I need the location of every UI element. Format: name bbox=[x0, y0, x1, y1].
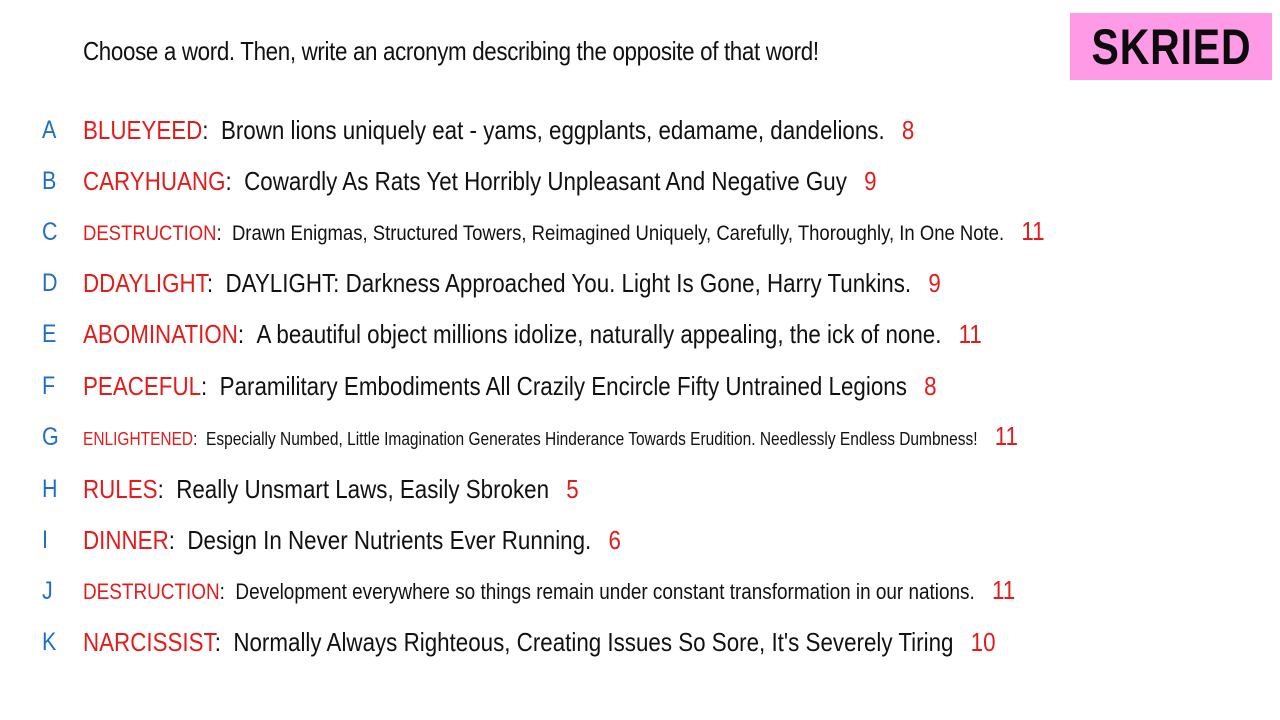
item-letter-count: 8 bbox=[924, 371, 937, 401]
item-letter: C bbox=[42, 218, 58, 246]
item-letter-count: 8 bbox=[901, 115, 915, 145]
list-item: C DESTRUCTION: Drawn Enigmas, Structured… bbox=[0, 212, 1280, 252]
item-word: PEACEFUL bbox=[83, 371, 202, 401]
item-word: RULES bbox=[83, 474, 158, 504]
item-acronym-phrase: Brown lions uniquely eat - yams, eggplan… bbox=[220, 115, 885, 145]
list-item: H RULES: Really Unsmart Laws, Easily Sbr… bbox=[0, 469, 1280, 509]
list-item: B CARYHUANG: Cowardly As Rats Yet Horrib… bbox=[0, 161, 1280, 201]
item-acronym-phrase: Really Unsmart Laws, Easily Sbroken bbox=[176, 474, 550, 504]
item-word: DESTRUCTION bbox=[83, 221, 217, 245]
item-word: BLUEYEED bbox=[83, 115, 203, 145]
list-item: K NARCISSIST: Normally Always Righteous,… bbox=[0, 622, 1280, 662]
item-letter: K bbox=[42, 628, 57, 656]
item-acronym-phrase: Especially Numbed, Little Imagination Ge… bbox=[206, 428, 978, 449]
item-acronym-phrase: Cowardly As Rats Yet Horribly Unpleasant… bbox=[244, 166, 847, 196]
item-word: ABOMINATION bbox=[83, 319, 238, 349]
item-word: DESTRUCTION bbox=[83, 579, 220, 604]
item-acronym-phrase: DAYLIGHT: Darkness Approached You. Light… bbox=[225, 268, 912, 298]
item-letter-count: 11 bbox=[994, 420, 1018, 451]
item-acronym-phrase: Paramilitary Embodiments All Crazily Enc… bbox=[219, 371, 907, 401]
item-letter-count: 6 bbox=[608, 525, 621, 555]
skried-badge: SKRIED bbox=[1070, 13, 1272, 80]
item-acronym-phrase: Drawn Enigmas, Structured Towers, Reimag… bbox=[231, 221, 1005, 245]
item-letter: G bbox=[42, 423, 59, 451]
item-letter: F bbox=[42, 372, 56, 400]
item-word: NARCISSIST bbox=[83, 627, 215, 657]
item-letter: B bbox=[42, 167, 57, 195]
item-acronym-phrase: A beautiful object millions idolize, nat… bbox=[256, 319, 942, 349]
item-acronym-phrase: Development everywhere so things remain … bbox=[235, 579, 975, 604]
item-letter: E bbox=[42, 320, 57, 348]
item-letter-count: 11 bbox=[1021, 216, 1045, 246]
item-letter: A bbox=[42, 116, 57, 144]
item-letter-count: 9 bbox=[864, 166, 877, 196]
item-letter: J bbox=[42, 577, 53, 605]
item-word: DINNER bbox=[83, 525, 169, 555]
item-word: DDAYLIGHT bbox=[83, 268, 207, 298]
list-item: A BLUEYEED: Brown lions uniquely eat - y… bbox=[0, 110, 1280, 150]
item-letter-count: 11 bbox=[991, 575, 1016, 605]
item-letter-count: 11 bbox=[958, 319, 982, 349]
item-letter-count: 9 bbox=[928, 268, 941, 298]
item-word: ENLIGHTENED bbox=[83, 428, 194, 449]
badge-label: SKRIED bbox=[1091, 18, 1251, 75]
instruction-text: Choose a word. Then, write an acronym de… bbox=[83, 36, 819, 66]
list-item: E ABOMINATION: A beautiful object millio… bbox=[0, 314, 1280, 354]
item-word: CARYHUANG bbox=[83, 166, 226, 196]
item-letter-count: 5 bbox=[566, 474, 579, 504]
item-letter: I bbox=[42, 526, 48, 554]
item-acronym-phrase: Normally Always Righteous, Creating Issu… bbox=[233, 627, 954, 657]
item-letter: D bbox=[42, 269, 58, 297]
item-letter: H bbox=[42, 475, 58, 503]
list-item: F PEACEFUL: Paramilitary Embodiments All… bbox=[0, 366, 1280, 406]
item-letter-count: 10 bbox=[970, 627, 996, 657]
item-acronym-phrase: Design In Never Nutrients Ever Running. bbox=[187, 525, 592, 555]
list-item: G ENLIGHTENED: Especially Numbed, Little… bbox=[0, 417, 1280, 457]
list-item: D DDAYLIGHT: DAYLIGHT: Darkness Approach… bbox=[0, 263, 1280, 303]
list-item: I DINNER: Design In Never Nutrients Ever… bbox=[0, 520, 1280, 560]
list-item: J DESTRUCTION: Development everywhere so… bbox=[0, 571, 1280, 611]
